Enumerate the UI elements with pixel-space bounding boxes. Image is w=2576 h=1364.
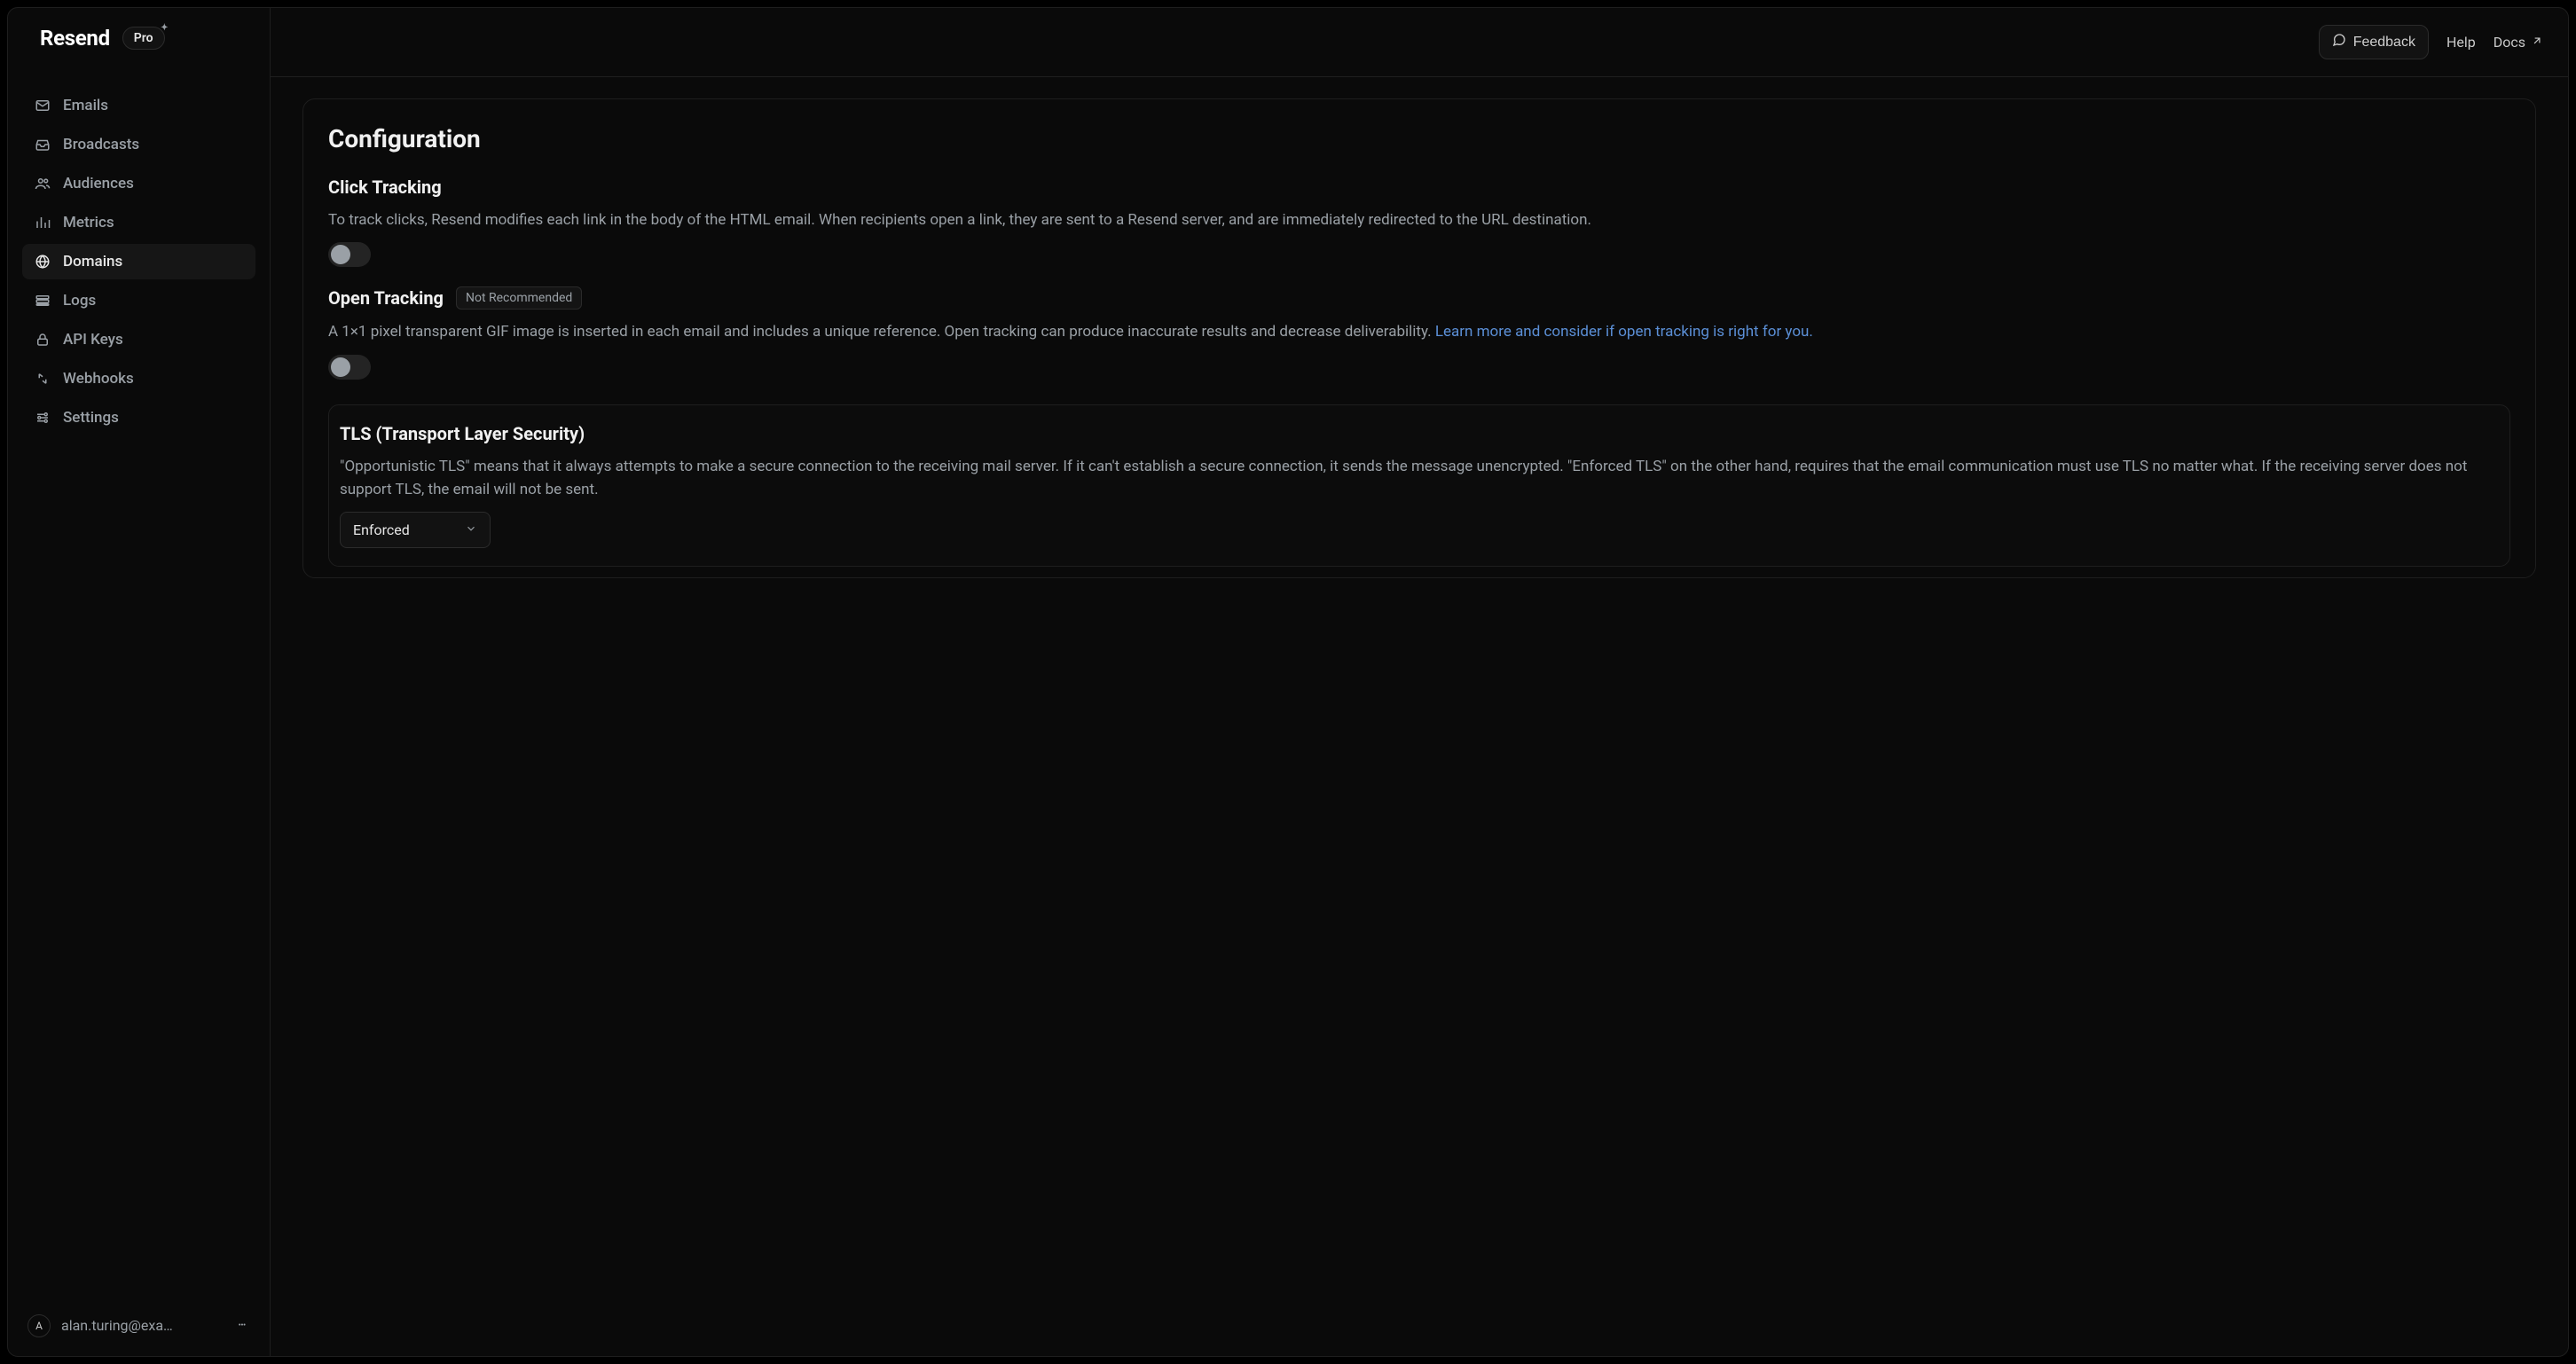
logs-icon bbox=[35, 293, 51, 309]
sidebar-item-logs[interactable]: Logs bbox=[22, 283, 255, 318]
sparkle-icon: ✦ bbox=[161, 23, 168, 33]
section-desc: "Opportunistic TLS" means that it always… bbox=[340, 455, 2499, 502]
section-head: TLS (Transport Layer Security) bbox=[340, 423, 2499, 444]
sidebar-nav: Emails Broadcasts Audiences Metrics bbox=[22, 88, 255, 435]
sidebar-item-label: Webhooks bbox=[63, 370, 134, 388]
main: Feedback Help Docs Configuration Click T… bbox=[271, 8, 2568, 1356]
brand-logo: Resend bbox=[40, 26, 110, 51]
chat-icon bbox=[2332, 33, 2346, 51]
section-title: Open Tracking bbox=[328, 287, 444, 309]
user-email: alan.turing@exa… bbox=[61, 1317, 173, 1334]
toggle-thumb bbox=[331, 245, 350, 264]
section-head: Click Tracking bbox=[328, 176, 2510, 198]
avatar[interactable]: A bbox=[27, 1314, 51, 1337]
section-open-tracking: Open Tracking Not Recommended A 1×1 pixe… bbox=[328, 286, 2510, 379]
inbox-icon bbox=[35, 137, 51, 153]
user-menu-button[interactable]: ··· bbox=[232, 1313, 250, 1338]
help-link[interactable]: Help bbox=[2446, 34, 2476, 51]
plan-badge-label: Pro bbox=[134, 31, 153, 45]
feedback-label: Feedback bbox=[2353, 35, 2415, 51]
sidebar-item-label: Settings bbox=[63, 409, 119, 427]
sidebar-item-audiences[interactable]: Audiences bbox=[22, 166, 255, 201]
avatar-initial: A bbox=[35, 1320, 43, 1332]
section-tls: TLS (Transport Layer Security) "Opportun… bbox=[328, 404, 2510, 568]
mail-icon bbox=[35, 98, 51, 114]
sidebar-item-label: Audiences bbox=[63, 175, 134, 192]
sliders-icon bbox=[35, 410, 51, 426]
sidebar-item-label: Broadcasts bbox=[63, 136, 139, 153]
chart-icon bbox=[35, 215, 51, 231]
sidebar-item-label: Metrics bbox=[63, 214, 114, 231]
users-icon bbox=[35, 176, 51, 192]
webhook-icon bbox=[35, 371, 51, 387]
plan-badge: Pro ✦ bbox=[122, 27, 165, 50]
sidebar-item-api-keys[interactable]: API Keys bbox=[22, 322, 255, 357]
section-title: Click Tracking bbox=[328, 176, 442, 198]
lock-icon bbox=[35, 332, 51, 348]
external-icon bbox=[2531, 34, 2543, 51]
sidebar-item-label: API Keys bbox=[63, 331, 123, 349]
section-desc: To track clicks, Resend modifies each li… bbox=[328, 208, 2510, 231]
sidebar-footer: A alan.turing@exa… ··· bbox=[22, 1305, 255, 1345]
app-frame: Resend Pro ✦ Emails Broadcasts bbox=[7, 7, 2569, 1357]
configuration-card: Configuration Click Tracking To track cl… bbox=[302, 98, 2536, 578]
tls-select-value: Enforced bbox=[353, 521, 410, 538]
sidebar-item-metrics[interactable]: Metrics bbox=[22, 205, 255, 240]
open-tracking-toggle[interactable] bbox=[328, 355, 371, 380]
page-title: Configuration bbox=[328, 124, 2510, 153]
chevron-down-icon bbox=[465, 521, 477, 538]
not-recommended-badge: Not Recommended bbox=[456, 286, 582, 310]
sidebar-item-domains[interactable]: Domains bbox=[22, 244, 255, 279]
sidebar-item-settings[interactable]: Settings bbox=[22, 400, 255, 435]
sidebar-item-label: Emails bbox=[63, 97, 108, 114]
section-click-tracking: Click Tracking To track clicks, Resend m… bbox=[328, 176, 2510, 267]
globe-icon bbox=[35, 254, 51, 270]
click-tracking-toggle[interactable] bbox=[328, 242, 371, 267]
sidebar: Resend Pro ✦ Emails Broadcasts bbox=[8, 8, 271, 1356]
sidebar-item-label: Domains bbox=[63, 253, 122, 270]
open-tracking-desc-text: A 1×1 pixel transparent GIF image is ins… bbox=[328, 323, 1435, 341]
section-desc: A 1×1 pixel transparent GIF image is ins… bbox=[328, 320, 2510, 343]
tls-select[interactable]: Enforced bbox=[340, 512, 491, 548]
sidebar-item-label: Logs bbox=[63, 292, 96, 310]
brand-row: Resend Pro ✦ bbox=[22, 26, 255, 51]
sidebar-item-webhooks[interactable]: Webhooks bbox=[22, 361, 255, 396]
topbar: Feedback Help Docs bbox=[271, 8, 2568, 77]
section-title: TLS (Transport Layer Security) bbox=[340, 423, 585, 444]
feedback-button[interactable]: Feedback bbox=[2319, 25, 2429, 59]
toggle-thumb bbox=[331, 357, 350, 377]
docs-link[interactable]: Docs bbox=[2494, 34, 2543, 51]
sidebar-item-broadcasts[interactable]: Broadcasts bbox=[22, 127, 255, 162]
section-head: Open Tracking Not Recommended bbox=[328, 286, 2510, 310]
content-scroll[interactable]: Configuration Click Tracking To track cl… bbox=[271, 77, 2568, 1356]
open-tracking-learn-more-link[interactable]: Learn more and consider if open tracking… bbox=[1435, 323, 1813, 341]
sidebar-item-emails[interactable]: Emails bbox=[22, 88, 255, 123]
